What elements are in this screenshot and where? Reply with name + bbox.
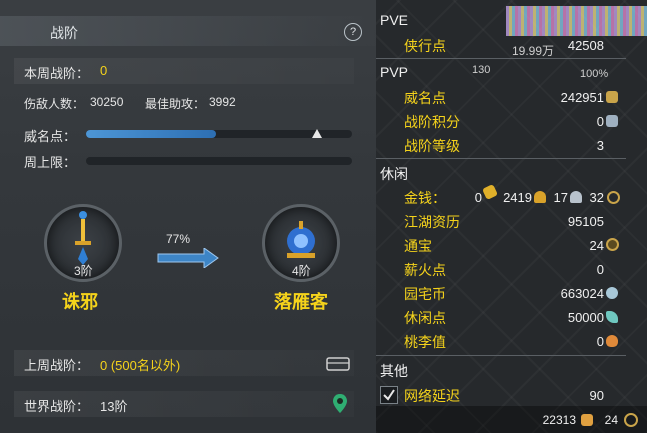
last-week-label: 上周战阶： (24, 358, 90, 373)
last-week-row: 上周战阶： 0 (500名以外) (14, 350, 354, 376)
silver-ingot-icon (534, 191, 546, 203)
divider (376, 355, 626, 356)
pve-section-title: PVE (380, 12, 409, 28)
other-section-title: 其他 (380, 363, 408, 379)
peach-icon (606, 335, 618, 347)
copper-ingot-icon (570, 191, 582, 203)
prestige-label: 威名点： (24, 129, 77, 144)
xinhuo-value: 0 (596, 262, 604, 277)
next-tier-label: 4阶 (292, 264, 311, 278)
rank-level-label: 战阶等级 (404, 138, 460, 154)
money-label: 金钱： (404, 190, 446, 206)
jianghu-label: 江湖资历 (404, 214, 460, 230)
leisure-points-label: 休闲点 (404, 310, 446, 326)
current-tier-label: 3阶 (74, 264, 93, 278)
tongbao-value: 24 (589, 238, 604, 253)
jianghu-value: 95105 (567, 214, 604, 229)
rank-score-value: 0 (596, 114, 604, 129)
pvp-section-title: PVP (380, 64, 409, 80)
upgrade-progress-label: 77% (166, 232, 191, 246)
footer-coin-icon (624, 413, 638, 427)
footer-bar: 22313 24 (376, 406, 647, 433)
prestige-points-label: 威名点 (404, 90, 446, 106)
money-gold-value: 0 (474, 190, 482, 205)
latency-checkbox[interactable] (380, 386, 398, 404)
week-limit-label: 周上限： (24, 155, 77, 170)
money-copper2-value: 32 (589, 190, 604, 205)
panel-header: 战阶 ? (0, 16, 376, 46)
overlay-health-bar (506, 6, 647, 36)
kills-value: 30250 (90, 95, 124, 109)
money-copper1-value: 17 (553, 190, 568, 205)
rank-level-value: 3 (596, 138, 604, 153)
prestige-points-value: 242951 (560, 90, 604, 105)
currency-panel: 19.99万 130 100% PVE 侠行点 42508 PVP 威名点 24… (376, 0, 647, 433)
xiaxing-label: 侠行点 (404, 38, 446, 54)
prestige-icon (606, 91, 618, 103)
help-icon[interactable]: ? (344, 23, 362, 41)
leisure-section-title: 休闲 (380, 166, 408, 182)
next-rank-name: 落雁客 (274, 292, 328, 312)
taoli-label: 桃李值 (404, 334, 446, 350)
divider (376, 58, 626, 59)
current-rank-name: 诛邪 (62, 292, 98, 312)
kills-label: 伤敌人数： (24, 97, 85, 111)
leaf-icon (606, 311, 618, 323)
footer-value2: 24 (604, 413, 618, 427)
coin-icon (607, 191, 620, 204)
panel-title: 战阶 (50, 25, 78, 41)
tongbao-coin-icon (606, 238, 619, 251)
location-pin-icon[interactable] (332, 393, 348, 415)
rank-score-label: 战阶积分 (404, 114, 460, 130)
xiaxing-value: 42508 (567, 38, 604, 53)
leisure-points-value: 50000 (567, 310, 604, 325)
overlay-bar2-text: 130 (472, 64, 491, 76)
last-week-value: 0 (500名以外) (100, 358, 181, 373)
latency-value: 90 (589, 388, 604, 403)
world-rank-value: 13阶 (100, 399, 128, 414)
tongbao-label: 通宝 (404, 238, 432, 254)
week-rank-row: 本周战阶： 0 (14, 58, 354, 84)
xinhuo-label: 薪火点 (404, 262, 446, 278)
assist-value: 3992 (209, 95, 236, 109)
footer-value1: 22313 (542, 413, 576, 427)
week-rank-value: 0 (100, 63, 108, 78)
overlay-bar3-text: 100% (580, 68, 609, 80)
money-silver-value: 2419 (503, 190, 532, 205)
checkmark-icon (383, 389, 395, 401)
garden-coin-icon (606, 287, 618, 299)
divider (376, 158, 626, 159)
footer-item-icon (581, 414, 593, 426)
garden-coin-value: 663024 (560, 286, 604, 301)
world-rank-row: 世界战阶： 13阶 (14, 391, 354, 417)
week-rank-label: 本周战阶： (24, 66, 90, 81)
battle-rank-panel: 战阶 ? 本周战阶： 0 伤敌人数： 30250 最佳助攻： 3992 威名点：… (0, 0, 376, 433)
week-limit-bar (86, 157, 352, 165)
prestige-bar-fill (86, 130, 217, 138)
prestige-marker-icon (312, 129, 322, 138)
chest-icon[interactable] (326, 355, 350, 371)
rank-score-icon (606, 115, 618, 127)
taoli-value: 0 (596, 334, 604, 349)
latency-label: 网络延迟 (404, 388, 460, 404)
assist-label: 最佳助攻： (145, 97, 206, 111)
arrow-right-icon (157, 248, 219, 268)
world-rank-label: 世界战阶： (24, 399, 90, 414)
garden-coin-label: 园宅币 (404, 286, 446, 302)
